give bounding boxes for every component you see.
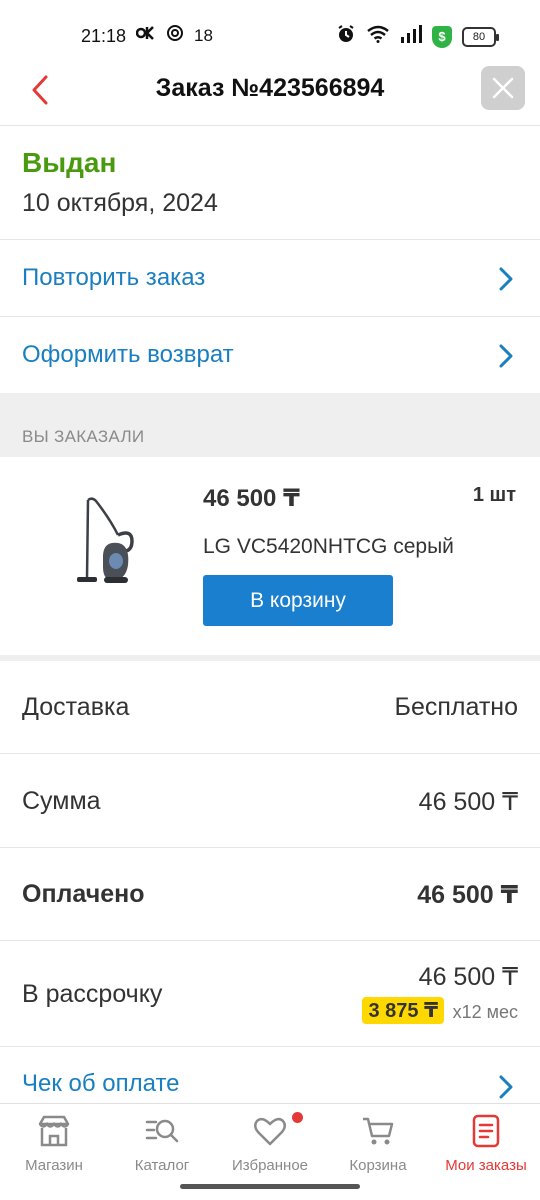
- order-date: 10 октября, 2024: [22, 189, 218, 217]
- close-button[interactable]: [481, 66, 525, 110]
- product-name[interactable]: LG VC5420NHTCG серый: [203, 535, 454, 559]
- tab-cart[interactable]: Корзина: [324, 1104, 432, 1184]
- return-label: Оформить возврат: [22, 341, 234, 368]
- status-right-icons: $ 80: [336, 24, 499, 49]
- paid-label: Оплачено: [22, 880, 145, 908]
- order-status-block: Выдан 10 октября, 2024: [0, 127, 540, 240]
- order-status: Выдан: [22, 147, 117, 178]
- tab-store[interactable]: Магазин: [0, 1104, 108, 1184]
- delivery-row: Доставка Бесплатно: [0, 661, 540, 754]
- ordered-section-header: ВЫ ЗАКАЗАЛИ: [0, 393, 540, 457]
- vacuum-cleaner-icon[interactable]: [70, 497, 140, 592]
- repeat-order-row[interactable]: Повторить заказ: [0, 240, 540, 317]
- return-row[interactable]: Оформить возврат: [0, 317, 540, 394]
- chevron-right-icon: [499, 267, 513, 291]
- receipt-label: Чек об оплате: [22, 1070, 180, 1097]
- status-number: 18: [194, 25, 213, 45]
- tab-label: Каталог: [134, 1157, 190, 1174]
- cart-icon: [363, 1117, 394, 1145]
- tab-label: Корзина: [349, 1157, 407, 1174]
- home-indicator[interactable]: [180, 1184, 360, 1189]
- tab-my-orders[interactable]: Мои заказы: [432, 1104, 540, 1184]
- heart-icon: [254, 1117, 286, 1146]
- product-quantity: 1 шт: [472, 484, 516, 506]
- orders-icon: [472, 1114, 500, 1148]
- chevron-right-icon: [499, 344, 513, 368]
- tab-catalog[interactable]: Каталог: [108, 1104, 216, 1184]
- sum-value: 46 500 ₸: [418, 788, 518, 816]
- delivery-value: Бесплатно: [394, 693, 518, 721]
- signal-icon: [400, 25, 422, 48]
- delivery-label: Доставка: [22, 693, 130, 721]
- installment-monthly-badge: 3 875 ₸: [362, 997, 444, 1024]
- status-left-icons: 18: [135, 24, 213, 47]
- battery-icon: 80: [462, 26, 499, 47]
- tab-label: Магазин: [25, 1157, 83, 1174]
- sum-row: Сумма 46 500 ₸: [0, 754, 540, 848]
- notification-dot: [292, 1112, 303, 1123]
- repeat-order-label: Повторить заказ: [22, 264, 206, 291]
- at-icon: [166, 24, 184, 47]
- close-icon: [492, 77, 514, 99]
- chevron-right-icon: [499, 1075, 513, 1099]
- status-bar: 21:18 18 $ 80: [0, 0, 540, 60]
- paid-value: 46 500 ₸: [417, 881, 518, 909]
- installment-value: 46 500 ₸: [418, 963, 518, 991]
- security-shield-icon: $: [432, 25, 452, 48]
- product-item: 46 500 ₸ 1 шт LG VC5420NHTCG серый В кор…: [0, 457, 540, 655]
- ok-icon: [135, 24, 156, 47]
- tab-favorites[interactable]: Избранное: [216, 1104, 324, 1184]
- tab-label: Мои заказы: [445, 1157, 527, 1174]
- tab-label: Избранное: [231, 1157, 309, 1174]
- sum-label: Сумма: [22, 787, 101, 815]
- product-price: 46 500 ₸: [203, 485, 300, 512]
- installment-term: x12 мес: [452, 1002, 518, 1022]
- page-title: Заказ №423566894: [155, 74, 385, 102]
- alarm-icon: [336, 24, 356, 49]
- ordered-section-title: ВЫ ЗАКАЗАЛИ: [22, 427, 145, 446]
- store-icon: [38, 1115, 70, 1147]
- paid-row: Оплачено 46 500 ₸: [0, 848, 540, 941]
- add-to-cart-button[interactable]: В корзину: [203, 575, 393, 626]
- status-time: 21:18: [81, 26, 127, 46]
- header: Заказ №423566894: [0, 60, 540, 126]
- catalog-search-icon: [145, 1119, 179, 1143]
- installment-row: В рассрочку 46 500 ₸: [0, 941, 540, 1047]
- wifi-icon: [366, 25, 390, 48]
- installment-label: В рассрочку: [22, 980, 163, 1008]
